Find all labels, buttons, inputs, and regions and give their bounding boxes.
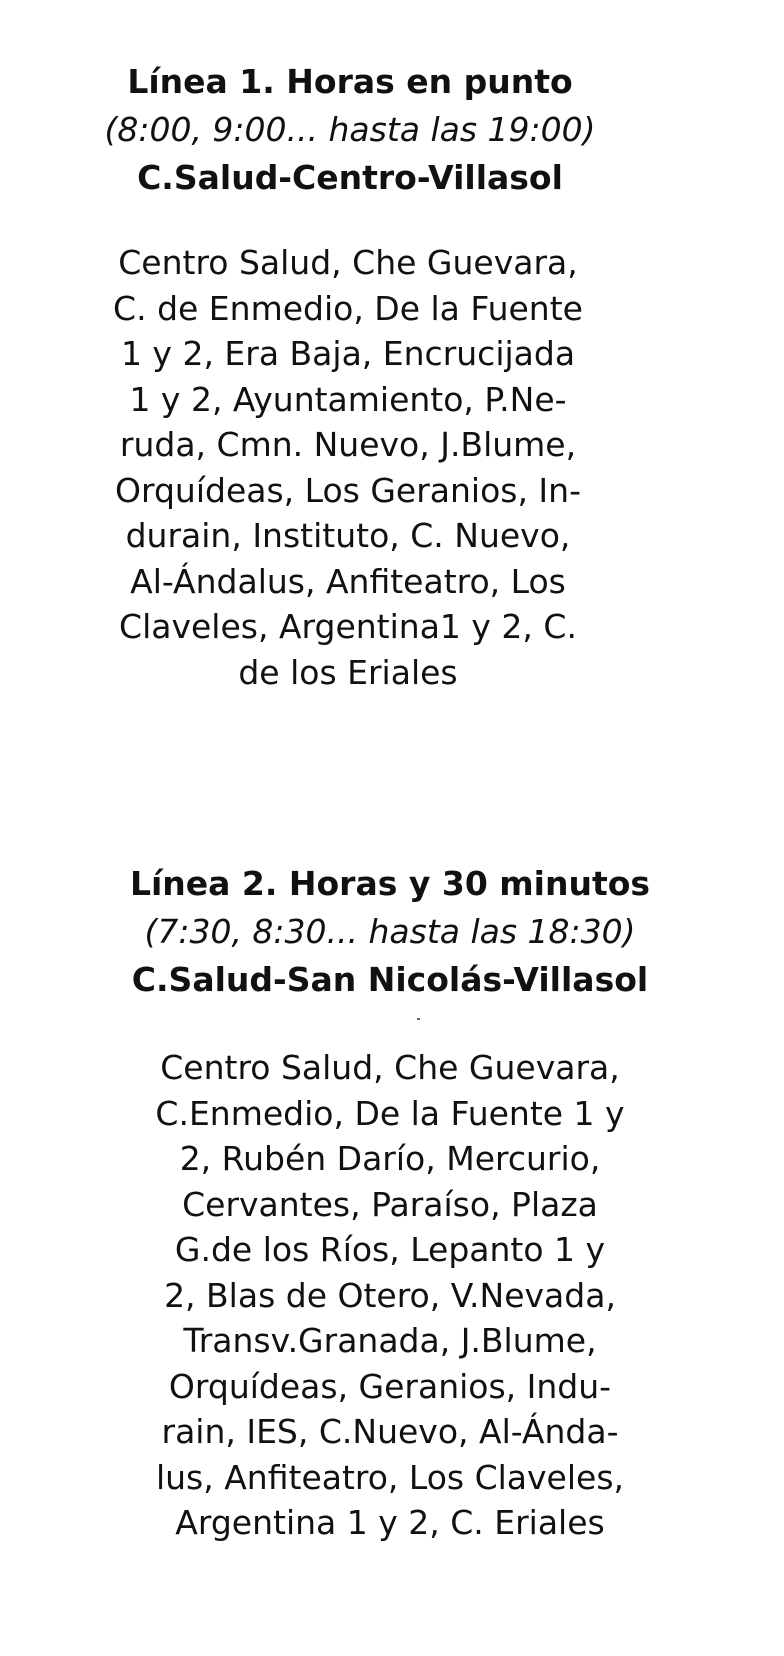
line-1-stops-row: Orquídeas, Los Geranios, In-: [115, 470, 581, 510]
line-1-stops-row: durain, Instituto, C. Nuevo,: [125, 516, 571, 555]
line-2-stops-row: 2, Blas de Otero, V.Nevada,: [164, 1275, 616, 1315]
line-2-title: Línea 2. Horas y 30 minutos: [129, 864, 651, 903]
line-2-hours: (7:30, 8:30... hasta las 18:30): [144, 912, 636, 951]
line-2-stops-row: Transv.Granada, J.Blume,: [183, 1321, 597, 1360]
line-1-route: C.Salud-Centro-Villasol: [137, 158, 563, 197]
line-2-stops-row: C.Enmedio, De la Fuente 1 y: [155, 1093, 625, 1133]
line-2-stops-row: Cervantes, Paraíso, Plaza: [182, 1184, 598, 1224]
line-1-stops-row: Centro Salud, Che Guevara,: [118, 243, 578, 282]
line-2-stops-row: rain, IES, C.Nuevo, Al-Ánda-: [161, 1412, 619, 1451]
line-1-stops-row: 1 y 2, Era Baja, Encrucijada: [120, 334, 576, 373]
line-1-header: Línea 1. Horas en punto (8:00, 9:00... h…: [55, 58, 645, 202]
line-1-stops-row: Claveles, Argentina1 y 2, C.: [119, 607, 577, 646]
line-1-hours: (8:00, 9:00... hasta las 19:00): [104, 110, 596, 149]
line-1-stops-row: 1 y 2, Ayuntamiento, P.Ne-: [129, 379, 567, 419]
line-2-stops-row: Orquídeas, Geranios, Indu-: [168, 1366, 612, 1406]
line-1-stops-row: ruda, Cmn. Nuevo, J.Blume,: [119, 425, 577, 464]
scan-speck: [417, 1018, 420, 1020]
line-1-stops: Centro Salud, Che Guevara, C. de Enmedio…: [48, 240, 648, 695]
line-1-stops-row: Al-Ándalus, Anfiteatro, Los: [130, 561, 566, 601]
line-2-stops-row: 2, Rubén Darío, Mercurio,: [179, 1139, 601, 1178]
line-2-stops-row: Centro Salud, Che Guevara,: [160, 1048, 620, 1087]
line-2-header: Línea 2. Horas y 30 minutos (7:30, 8:30.…: [80, 860, 700, 1004]
line-2-stops-row: G.de los Ríos, Lepanto 1 y: [174, 1230, 606, 1269]
line-2-route: C.Salud-San Nicolás-Villasol: [131, 960, 649, 999]
line-1-title: Línea 1. Horas en punto: [127, 62, 573, 101]
line-2-stops: Centro Salud, Che Guevara, C.Enmedio, De…: [80, 1045, 700, 1546]
line-2-stops-row: Argentina 1 y 2, C. Eriales: [175, 1503, 605, 1542]
line-2-stops-row: lus, Anfiteatro, Los Claveles,: [155, 1457, 625, 1497]
line-1-stops-row: C. de Enmedio, De la Fuente: [113, 288, 583, 328]
line-1-stops-row: de los Eriales: [238, 652, 458, 692]
